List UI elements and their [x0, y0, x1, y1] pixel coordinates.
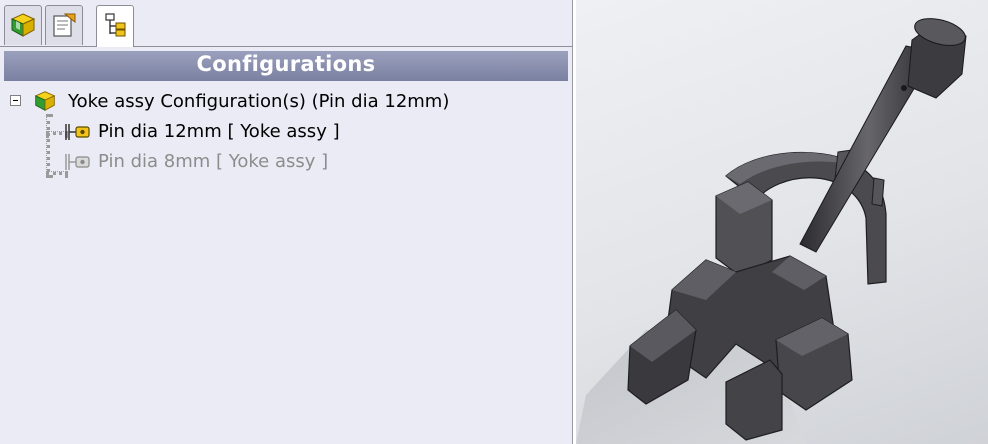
- yoke-tab: [871, 177, 885, 207]
- configuration-item[interactable]: Pin dia 12mm [ Yoke assy ]: [48, 120, 548, 144]
- pin-hole: [901, 85, 907, 91]
- configuration-icon: [65, 154, 90, 170]
- tree-root-label: Yoke assy Configuration(s) (Pin dia 12mm…: [68, 91, 450, 112]
- panel-title: Configurations: [196, 52, 376, 76]
- configuration-icon: [65, 124, 90, 140]
- tab-feature-manager[interactable]: [4, 5, 42, 45]
- yoke-assembly-model: [576, 18, 967, 444]
- graphics-area[interactable]: [576, 0, 988, 444]
- assembly-icon: [10, 13, 36, 37]
- tab-configuration-manager[interactable]: [96, 5, 134, 47]
- configuration-manager-panel: Configurations Yoke assy Configuration(s…: [0, 0, 573, 444]
- tree-root-item[interactable]: Yoke assy Configuration(s) (Pin dia 12mm…: [10, 90, 510, 114]
- configuration-label: Pin dia 12mm [ Yoke assy ]: [98, 121, 340, 142]
- collapse-toggle[interactable]: [10, 95, 21, 106]
- configuration-label: Pin dia 8mm [ Yoke assy ]: [98, 151, 329, 172]
- property-manager-icon: [53, 13, 76, 37]
- configuration-manager-icon: [105, 13, 126, 37]
- manager-tabs: [0, 0, 572, 47]
- assembly-icon: [34, 91, 56, 112]
- tab-property-manager[interactable]: [45, 5, 83, 45]
- configuration-item[interactable]: Pin dia 8mm [ Yoke assy ]: [48, 150, 548, 174]
- panel-header: Configurations: [4, 51, 568, 81]
